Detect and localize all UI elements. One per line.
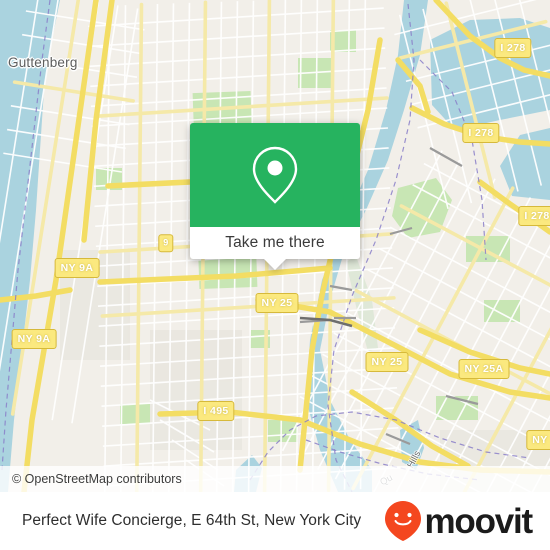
popup-tail-pointer bbox=[264, 259, 286, 270]
osm-attribution-text[interactable]: © OpenStreetMap contributors bbox=[0, 472, 182, 486]
road-shield-i278-north[interactable]: I 278 bbox=[494, 38, 532, 58]
road-shield-ny9a-lower[interactable]: NY 9A bbox=[11, 329, 57, 349]
road-shield-i278-east[interactable]: I 278 bbox=[518, 206, 550, 226]
map-pin-icon bbox=[252, 146, 298, 204]
road-shield-ny-corner[interactable]: NY bbox=[526, 430, 550, 450]
popup-image-area bbox=[190, 123, 360, 227]
road-shield-9[interactable]: 9 bbox=[158, 234, 174, 252]
take-me-there-label: Take me there bbox=[225, 234, 325, 251]
road-shield-ny25-west[interactable]: NY 25 bbox=[255, 293, 299, 313]
footer-bar: Perfect Wife Concierge, E 64th St, New Y… bbox=[0, 492, 550, 550]
road-shield-ny25a[interactable]: NY 25A bbox=[458, 359, 510, 379]
location-popup-card[interactable]: Take me there bbox=[190, 123, 360, 270]
popup-action-bar[interactable]: Take me there bbox=[190, 227, 360, 259]
road-shield-i495[interactable]: I 495 bbox=[197, 401, 235, 421]
location-title: Perfect Wife Concierge, E 64th St, New Y… bbox=[22, 512, 362, 529]
map-canvas[interactable]: Guttenberg I 278 I 278 I 278 NY 9A NY 9A… bbox=[0, 0, 550, 492]
moovit-pin-icon bbox=[385, 501, 422, 541]
road-shield-ny25-east[interactable]: NY 25 bbox=[365, 352, 409, 372]
moovit-wordmark: moovit bbox=[424, 501, 533, 541]
moovit-map-screenshot: Guttenberg I 278 I 278 I 278 NY 9A NY 9A… bbox=[0, 0, 550, 550]
road-shield-i278-mid[interactable]: I 278 bbox=[462, 123, 500, 143]
moovit-logo[interactable]: moovit bbox=[383, 500, 533, 542]
map-attribution-bar: © OpenStreetMap contributors bbox=[0, 466, 550, 492]
road-shield-ny9a-upper[interactable]: NY 9A bbox=[54, 258, 100, 278]
